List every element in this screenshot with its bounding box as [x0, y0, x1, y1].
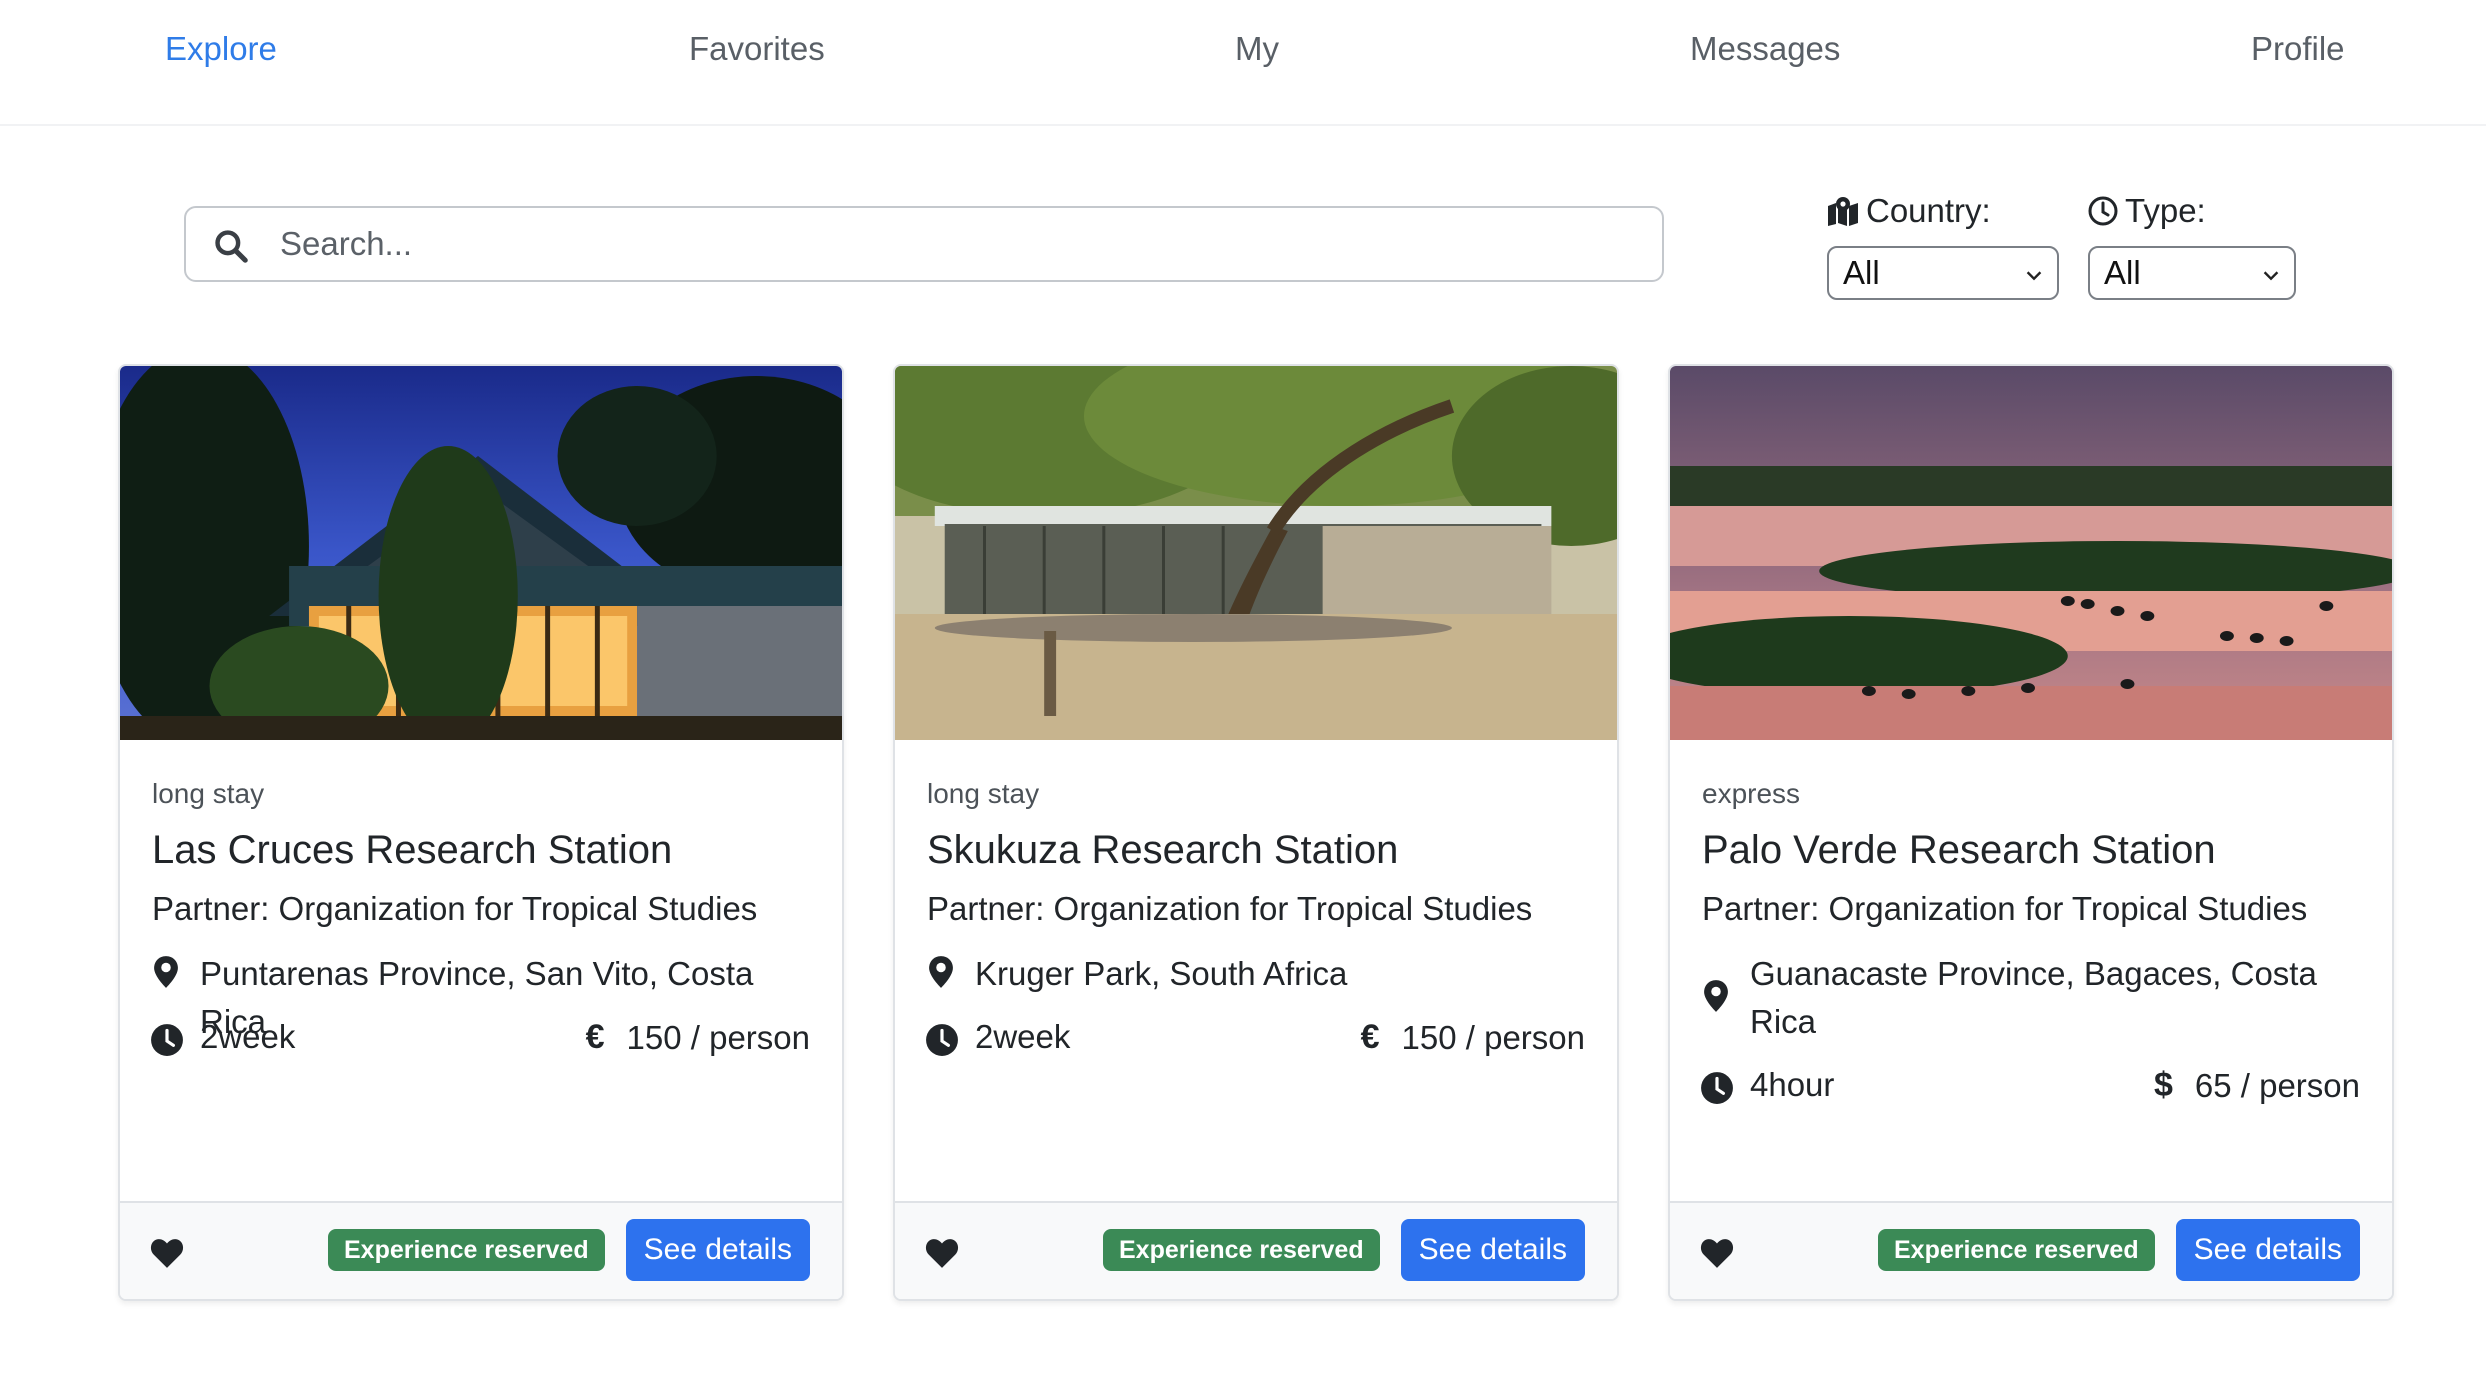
nav-favorites[interactable]: Favorites	[689, 30, 825, 68]
type-select[interactable]: All	[2088, 246, 2296, 300]
top-navigation: Explore Favorites My Messages Profile	[0, 0, 2486, 126]
status-badge: Experience reserved	[1103, 1229, 1380, 1271]
station-card: express Palo Verde Research Station Part…	[1668, 364, 2394, 1301]
card-type: long stay	[152, 778, 265, 809]
type-filter-label: Type:	[2087, 192, 2206, 230]
card-title: Las Cruces Research Station	[152, 828, 673, 872]
country-select[interactable]: All	[1827, 246, 2059, 300]
clock-icon	[1701, 1072, 1733, 1104]
card-price: $ 65 / person	[2154, 1066, 2360, 1105]
card-partner: Partner: Organization for Tropical Studi…	[927, 890, 1533, 927]
nav-profile[interactable]: Profile	[2251, 30, 2345, 68]
station-card: long stay Las Cruces Research Station Pa…	[118, 364, 844, 1301]
station-photo	[1670, 366, 2392, 740]
chevron-down-icon	[2263, 271, 2279, 281]
location-pin-icon	[154, 956, 178, 988]
search-icon	[215, 230, 248, 263]
card-duration: 4hour	[1750, 1066, 1835, 1103]
chevron-down-icon	[2026, 271, 2042, 281]
heart-icon[interactable]	[150, 1237, 184, 1269]
status-badge: Experience reserved	[1878, 1229, 2155, 1271]
card-price-value: 150 / person	[626, 1018, 810, 1056]
card-price-value: 150 / person	[1401, 1018, 1585, 1056]
card-price-value: 65 / person	[2194, 1066, 2360, 1104]
type-label-text: Type:	[2125, 192, 2206, 229]
nav-explore[interactable]: Explore	[165, 30, 277, 68]
card-footer: Experience reserved See details	[120, 1201, 842, 1299]
heart-icon[interactable]	[1700, 1237, 1734, 1269]
nav-messages[interactable]: Messages	[1690, 30, 1840, 68]
country-select-value: All	[1843, 254, 1880, 291]
card-location: Kruger Park, South Africa	[975, 955, 1348, 992]
card-location: Guanacaste Province, Bagaces, Costa Rica	[1750, 955, 2317, 1040]
card-duration: 2week	[975, 1018, 1071, 1055]
type-select-value: All	[2104, 254, 2141, 291]
euro-icon: €	[1360, 1018, 1380, 1056]
station-photo	[120, 366, 842, 740]
clock-icon	[2088, 196, 2118, 226]
card-partner: Partner: Organization for Tropical Studi…	[152, 890, 758, 927]
heart-icon[interactable]	[925, 1237, 959, 1269]
nav-my[interactable]: My	[1235, 30, 1279, 68]
card-footer: Experience reserved See details	[895, 1201, 1617, 1299]
card-title: Palo Verde Research Station	[1702, 828, 2216, 872]
clock-icon	[151, 1024, 183, 1056]
see-details-button[interactable]: See details	[625, 1219, 810, 1281]
status-badge: Experience reserved	[328, 1229, 605, 1271]
card-price: € 150 / person	[1361, 1018, 1585, 1057]
card-type: long stay	[927, 778, 1040, 809]
euro-icon: €	[585, 1018, 605, 1056]
card-duration: 2week	[200, 1018, 296, 1055]
search-box[interactable]	[184, 206, 1664, 282]
location-pin-icon	[929, 956, 953, 988]
country-filter-label: Country:	[1826, 192, 1991, 230]
country-label-text: Country:	[1866, 192, 1991, 229]
see-details-button[interactable]: See details	[1400, 1219, 1585, 1281]
station-photo	[895, 366, 1617, 740]
search-input[interactable]	[280, 218, 1640, 270]
card-type: express	[1702, 778, 1801, 809]
clock-icon	[926, 1024, 958, 1056]
dollar-icon: $	[2153, 1066, 2173, 1104]
see-details-button[interactable]: See details	[2175, 1219, 2360, 1281]
card-partner: Partner: Organization for Tropical Studi…	[1702, 890, 2308, 927]
map-location-icon	[1828, 197, 1858, 226]
card-footer: Experience reserved See details	[1670, 1201, 2392, 1299]
location-pin-icon	[1704, 980, 1728, 1012]
station-card: long stay Skukuza Research Station Partn…	[893, 364, 1619, 1301]
card-title: Skukuza Research Station	[927, 828, 1399, 872]
card-price: € 150 / person	[586, 1018, 810, 1057]
